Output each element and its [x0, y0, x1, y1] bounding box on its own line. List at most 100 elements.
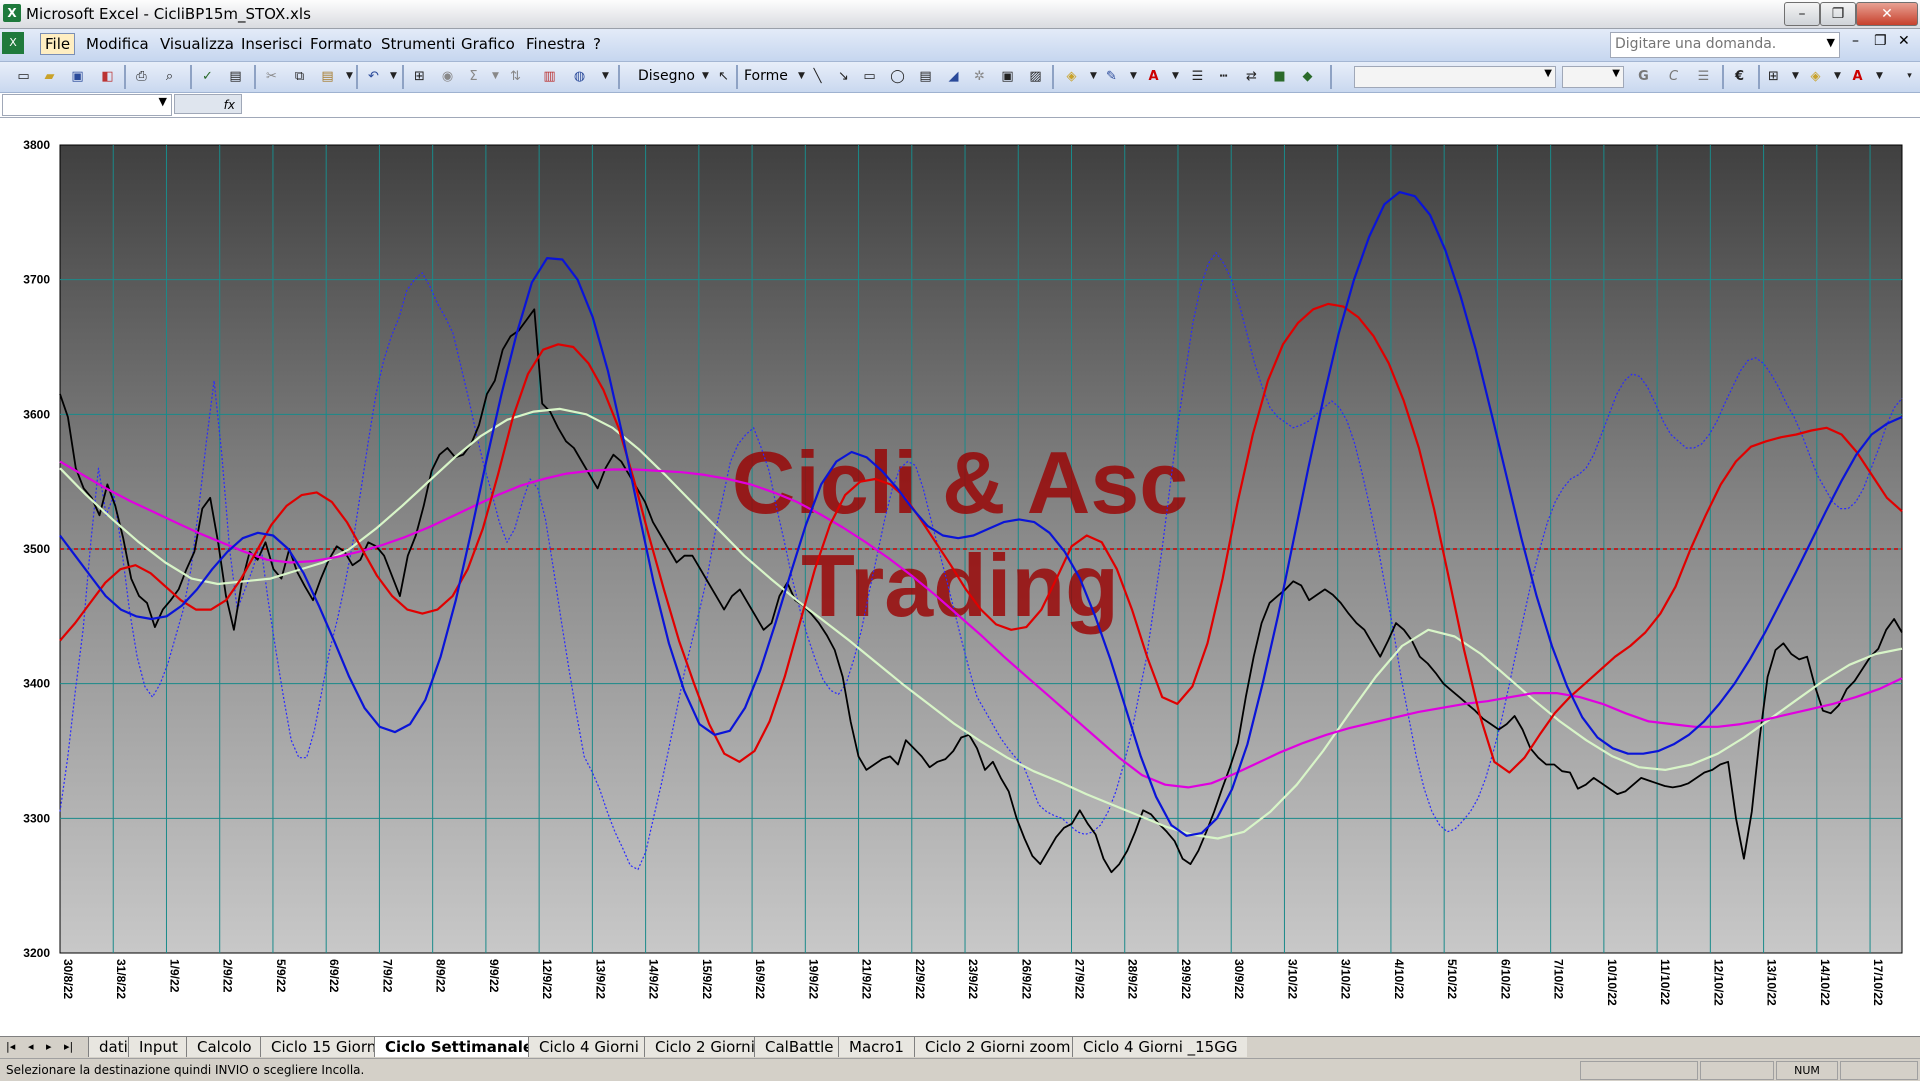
- first-sheet-button[interactable]: |◂: [6, 1040, 15, 1053]
- menu-finestra[interactable]: Finestra: [526, 35, 586, 53]
- print-preview-icon[interactable]: ⌕: [160, 67, 179, 86]
- line-chart[interactable]: 3200 3300 3400 3500 3600 3700 3800 30/8/22 31/8…: [0, 118, 1920, 1036]
- menu-formato[interactable]: Formato: [310, 35, 372, 53]
- chevron-down-icon[interactable]: ▼: [1870, 67, 1889, 86]
- chevron-down-icon[interactable]: ▼: [159, 95, 167, 108]
- line-style-icon[interactable]: ☰: [1188, 67, 1207, 86]
- excel-app-icon[interactable]: X: [3, 4, 21, 22]
- chevron-down-icon[interactable]: ▼: [1612, 68, 1620, 79]
- chevron-down-icon[interactable]: ▼: [384, 67, 403, 86]
- research-icon[interactable]: ▤: [226, 67, 245, 86]
- bold-button[interactable]: G: [1634, 67, 1653, 86]
- next-sheet-button[interactable]: ▸: [46, 1040, 52, 1053]
- drawing-menu[interactable]: Disegno: [638, 68, 695, 84]
- chevron-down-icon[interactable]: ▼: [1827, 36, 1835, 49]
- menu-file[interactable]: File: [40, 33, 76, 55]
- sheet-tab-ciclo-4-giorni-15gg[interactable]: Ciclo 4 Giorni _15GG: [1072, 1037, 1248, 1057]
- sheet-tab-ciclo-settimanale[interactable]: Ciclo Settimanale: [374, 1037, 544, 1057]
- insert-function-button[interactable]: fx: [174, 94, 242, 114]
- paste-icon[interactable]: ▤: [318, 67, 337, 86]
- italic-button[interactable]: C: [1664, 67, 1683, 86]
- copy-icon[interactable]: ⧉: [290, 67, 309, 86]
- select-objects-icon[interactable]: ↖: [714, 67, 733, 86]
- currency-button[interactable]: €: [1730, 67, 1749, 86]
- text-box-icon[interactable]: ▤: [916, 67, 935, 86]
- help-icon[interactable]: ◍: [570, 67, 589, 86]
- sheet-tab-calcolo[interactable]: Calcolo: [186, 1037, 262, 1057]
- menu-help[interactable]: ?: [593, 35, 601, 53]
- sheet-tab-ciclo-15-giorni[interactable]: Ciclo 15 Giorni: [260, 1037, 391, 1057]
- autoshapes-menu[interactable]: Forme: [744, 68, 788, 84]
- minimize-button[interactable]: –: [1784, 2, 1820, 26]
- chart-icon[interactable]: ▥: [540, 67, 559, 86]
- dash-style-icon[interactable]: ┅: [1214, 67, 1233, 86]
- chevron-down-icon[interactable]: ▼: [486, 67, 505, 86]
- chevron-down-icon[interactable]: ▼: [1124, 67, 1143, 86]
- chevron-down-icon[interactable]: ▼: [1786, 67, 1805, 86]
- borders-icon[interactable]: ⊞: [1764, 67, 1783, 86]
- font-name-combo[interactable]: ▼: [1354, 66, 1556, 88]
- sheet-tab-ciclo-2-giorni-zoom[interactable]: Ciclo 2 Giorni zoom: [914, 1037, 1081, 1057]
- font-color-icon[interactable]: A: [1144, 67, 1163, 86]
- y-tick-label: 3800: [23, 138, 50, 152]
- rectangle-icon[interactable]: ▭: [860, 67, 879, 86]
- doc-restore-button[interactable]: ❐: [1874, 33, 1887, 49]
- chart-wizard-icon[interactable]: ◉: [438, 67, 457, 86]
- sheet-tab-ciclo-2-giorni[interactable]: Ciclo 2 Giorni: [644, 1037, 765, 1057]
- diagram-icon[interactable]: ✲: [970, 67, 989, 86]
- save-icon[interactable]: ▣: [68, 67, 87, 86]
- picture-icon[interactable]: ▨: [1026, 67, 1045, 86]
- menu-strumenti[interactable]: Strumenti: [381, 35, 455, 53]
- insert-hyperlink-icon[interactable]: ⊞: [410, 67, 429, 86]
- new-document-icon[interactable]: ▭: [14, 67, 33, 86]
- name-box[interactable]: ▼: [2, 94, 172, 116]
- open-folder-icon[interactable]: ▰: [40, 67, 59, 86]
- fill-color-icon[interactable]: ◈: [1062, 67, 1081, 86]
- autosum-icon[interactable]: Σ: [464, 67, 483, 86]
- line-color-icon[interactable]: ✎: [1102, 67, 1121, 86]
- menu-grafico[interactable]: Grafico: [461, 35, 515, 53]
- line-icon[interactable]: ╲: [808, 67, 827, 86]
- oval-icon[interactable]: ◯: [888, 67, 907, 86]
- toolbar-options-icon[interactable]: ▾: [1900, 67, 1919, 86]
- chevron-down-icon[interactable]: ▼: [1544, 68, 1552, 79]
- chevron-down-icon[interactable]: ▼: [1166, 67, 1185, 86]
- sheet-tab-calbattle[interactable]: CalBattle: [754, 1037, 844, 1057]
- font-size-combo[interactable]: ▼: [1562, 66, 1624, 88]
- menu-modifica[interactable]: Modifica: [86, 35, 149, 53]
- 3d-icon[interactable]: ◆: [1298, 67, 1317, 86]
- menu-inserisci[interactable]: Inserisci: [241, 35, 303, 53]
- chevron-down-icon[interactable]: ▼: [1828, 67, 1847, 86]
- doc-close-button[interactable]: ✕: [1898, 33, 1910, 49]
- close-button[interactable]: ✕: [1856, 2, 1918, 26]
- doc-minimize-button[interactable]: –: [1852, 33, 1859, 49]
- menu-visualizza[interactable]: Visualizza: [160, 35, 234, 53]
- help-search-box[interactable]: ▼: [1610, 32, 1840, 58]
- chart-area[interactable]: 3200 3300 3400 3500 3600 3700 3800 30/8/22 31/8…: [0, 118, 1920, 1036]
- workbook-icon[interactable]: X: [2, 32, 24, 54]
- maximize-button[interactable]: ❐: [1820, 2, 1856, 26]
- permission-icon[interactable]: ◧: [98, 67, 117, 86]
- font-color-icon[interactable]: A: [1848, 67, 1867, 86]
- last-sheet-button[interactable]: ▸|: [64, 1040, 73, 1053]
- prev-sheet-button[interactable]: ◂: [28, 1040, 34, 1053]
- shadow-icon[interactable]: ■: [1270, 67, 1289, 86]
- arrow-icon[interactable]: ↘: [834, 67, 853, 86]
- print-icon[interactable]: ⎙: [132, 67, 151, 86]
- sheet-tab-ciclo-4-giorni[interactable]: Ciclo 4 Giorni: [528, 1037, 649, 1057]
- chevron-down-icon[interactable]: ▼: [1084, 67, 1103, 86]
- chevron-down-icon[interactable]: ▼: [596, 67, 615, 86]
- cut-icon[interactable]: ✂: [262, 67, 281, 86]
- align-icon[interactable]: ☰: [1694, 67, 1713, 86]
- chevron-down-icon[interactable]: ▼: [696, 67, 715, 86]
- spelling-icon[interactable]: ✓: [198, 67, 217, 86]
- sort-icon[interactable]: ⇅: [506, 67, 525, 86]
- wordart-icon[interactable]: ◢: [944, 67, 963, 86]
- help-search-input[interactable]: [1611, 33, 1820, 55]
- clipart-icon[interactable]: ▣: [998, 67, 1017, 86]
- arrow-style-icon[interactable]: ⇄: [1242, 67, 1261, 86]
- sheet-tab-input[interactable]: Input: [128, 1037, 188, 1057]
- undo-icon[interactable]: ↶: [364, 67, 383, 86]
- sheet-tab-macro1[interactable]: Macro1: [838, 1037, 914, 1057]
- fill-color-icon[interactable]: ◈: [1806, 67, 1825, 86]
